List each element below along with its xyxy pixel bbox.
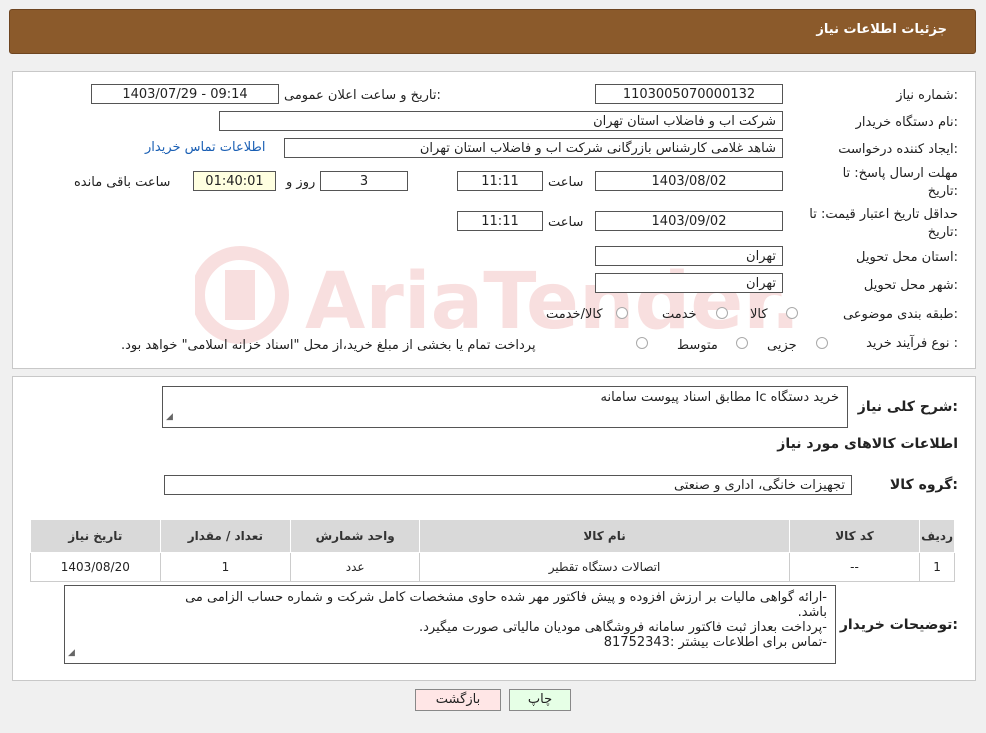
province-label: استان محل تحویل:: [856, 250, 958, 265]
category-goods-service-label: کالا/خدمت: [546, 307, 603, 322]
remaining-label: ساعت باقی مانده: [74, 175, 171, 190]
table-row[interactable]: 1 -- اتصالات دستگاه تقطیر عدد 1 1403/08/…: [30, 552, 955, 582]
resize-handle-icon[interactable]: ◢: [68, 646, 75, 661]
summary-text: خرید دستگاه Ic مطابق اسناد پیوست سامانه: [600, 390, 839, 405]
announce-label: تاریخ و ساعت اعلان عمومی:: [284, 88, 441, 103]
purchase-note: پرداخت تمام یا بخشی از مبلغ خرید،از محل …: [121, 338, 536, 353]
col-row: ردیف: [919, 519, 955, 553]
table-header-row: ردیف کد کالا نام کالا واحد شمارش تعداد /…: [30, 519, 955, 553]
cell-date: 1403/08/20: [30, 552, 161, 582]
announce-datetime-field: 1403/07/29 - 09:14: [91, 84, 279, 104]
cell-name: اتصالات دستگاه تقطیر: [419, 552, 790, 582]
cell-row: 1: [919, 552, 955, 582]
page-header: جزئیات اطلاعات نیاز: [9, 9, 976, 54]
buyer-notes-textarea[interactable]: -ارائه گواهی مالیات بر ارزش افزوده و پیش…: [64, 585, 836, 664]
goods-table: ردیف کد کالا نام کالا واحد شمارش تعداد /…: [30, 519, 955, 582]
notes-line: -تماس برای اطلاعات بیشتر :81752343: [603, 635, 827, 650]
category-goods-radio[interactable]: [786, 307, 798, 319]
province-field: تهران: [595, 246, 783, 266]
col-qty: تعداد / مقدار: [159, 519, 292, 553]
validity-date-field: 1403/09/02: [595, 211, 783, 231]
resize-handle-icon[interactable]: ◢: [166, 410, 173, 425]
notes-line: باشد.: [797, 605, 827, 620]
buyer-notes-label: توضیحات خریدار:: [839, 617, 958, 633]
deadline-label-2: تاریخ:: [927, 184, 958, 199]
notes-line: -ارائه گواهی مالیات بر ارزش افزوده و پیش…: [185, 590, 827, 605]
validity-time-field: 11:11: [457, 211, 543, 231]
print-button[interactable]: چاپ: [509, 689, 571, 711]
goods-info-title: اطلاعات کالاهای مورد نیاز: [777, 436, 958, 452]
category-label: طبقه بندی موضوعی:: [842, 307, 958, 322]
watermark-text: AriaTender.neT: [305, 257, 795, 347]
category-goods-service-radio[interactable]: [616, 307, 628, 319]
col-date: تاریخ نیاز: [30, 519, 161, 553]
category-goods-label: کالا: [750, 307, 768, 322]
treasury-checkbox[interactable]: [636, 337, 648, 349]
cell-unit: عدد: [290, 552, 421, 582]
validity-time-label: ساعت: [548, 215, 584, 230]
validity-label: حداقل تاریخ اعتبار قیمت: تا: [809, 207, 958, 222]
city-label: شهر محل تحویل:: [863, 278, 958, 293]
deadline-time-label: ساعت: [548, 175, 584, 190]
goods-group-field: تجهیزات خانگی، اداری و صنعتی: [164, 475, 852, 495]
purchase-medium-label: متوسط: [677, 338, 718, 353]
requester-label: ایجاد کننده درخواست:: [838, 142, 958, 157]
buyer-org-label: نام دستگاه خریدار:: [855, 115, 958, 130]
purchase-minor-label: جزیی: [767, 338, 797, 353]
validity-label-2: تاریخ:: [927, 225, 958, 240]
deadline-label: مهلت ارسال پاسخ: تا: [842, 166, 958, 181]
buyer-org-field: شرکت اب و فاضلاب استان تهران: [219, 111, 783, 131]
col-code: کد کالا: [788, 519, 921, 553]
category-service-radio[interactable]: [716, 307, 728, 319]
remaining-time-field: 01:40:01: [193, 171, 276, 191]
deadline-date-field: 1403/08/02: [595, 171, 783, 191]
purchase-type-label: نوع فرآیند خرید :: [866, 336, 958, 351]
page-title: جزئیات اطلاعات نیاز: [816, 22, 947, 37]
back-button[interactable]: بازگشت: [415, 689, 501, 711]
deadline-time-field: 11:11: [457, 171, 543, 191]
requester-field: شاهد غلامی کارشناس بازرگانی شرکت اب و فا…: [284, 138, 783, 158]
purchase-minor-radio[interactable]: [816, 337, 828, 349]
col-unit: واحد شمارش: [290, 519, 421, 553]
summary-label: شرح کلی نیاز:: [857, 399, 958, 415]
buyer-contact-link[interactable]: اطلاعات تماس خریدار: [145, 140, 265, 155]
city-field: تهران: [595, 273, 783, 293]
goods-group-label: گروه کالا:: [889, 477, 958, 493]
need-number-label: شماره نیاز:: [896, 88, 958, 103]
summary-textarea[interactable]: خرید دستگاه Ic مطابق اسناد پیوست سامانه …: [162, 386, 848, 428]
cell-code: --: [788, 552, 921, 582]
days-label: روز و: [286, 175, 316, 190]
category-service-label: خدمت: [662, 307, 697, 322]
days-field: 3: [320, 171, 408, 191]
notes-line: -پرداخت بعداز ثبت فاکتور سامانه فروشگاهی…: [419, 620, 827, 635]
need-number-field: 1103005070000132: [595, 84, 783, 104]
col-name: نام کالا: [419, 519, 790, 553]
cell-qty: 1: [159, 552, 292, 582]
purchase-medium-radio[interactable]: [736, 337, 748, 349]
